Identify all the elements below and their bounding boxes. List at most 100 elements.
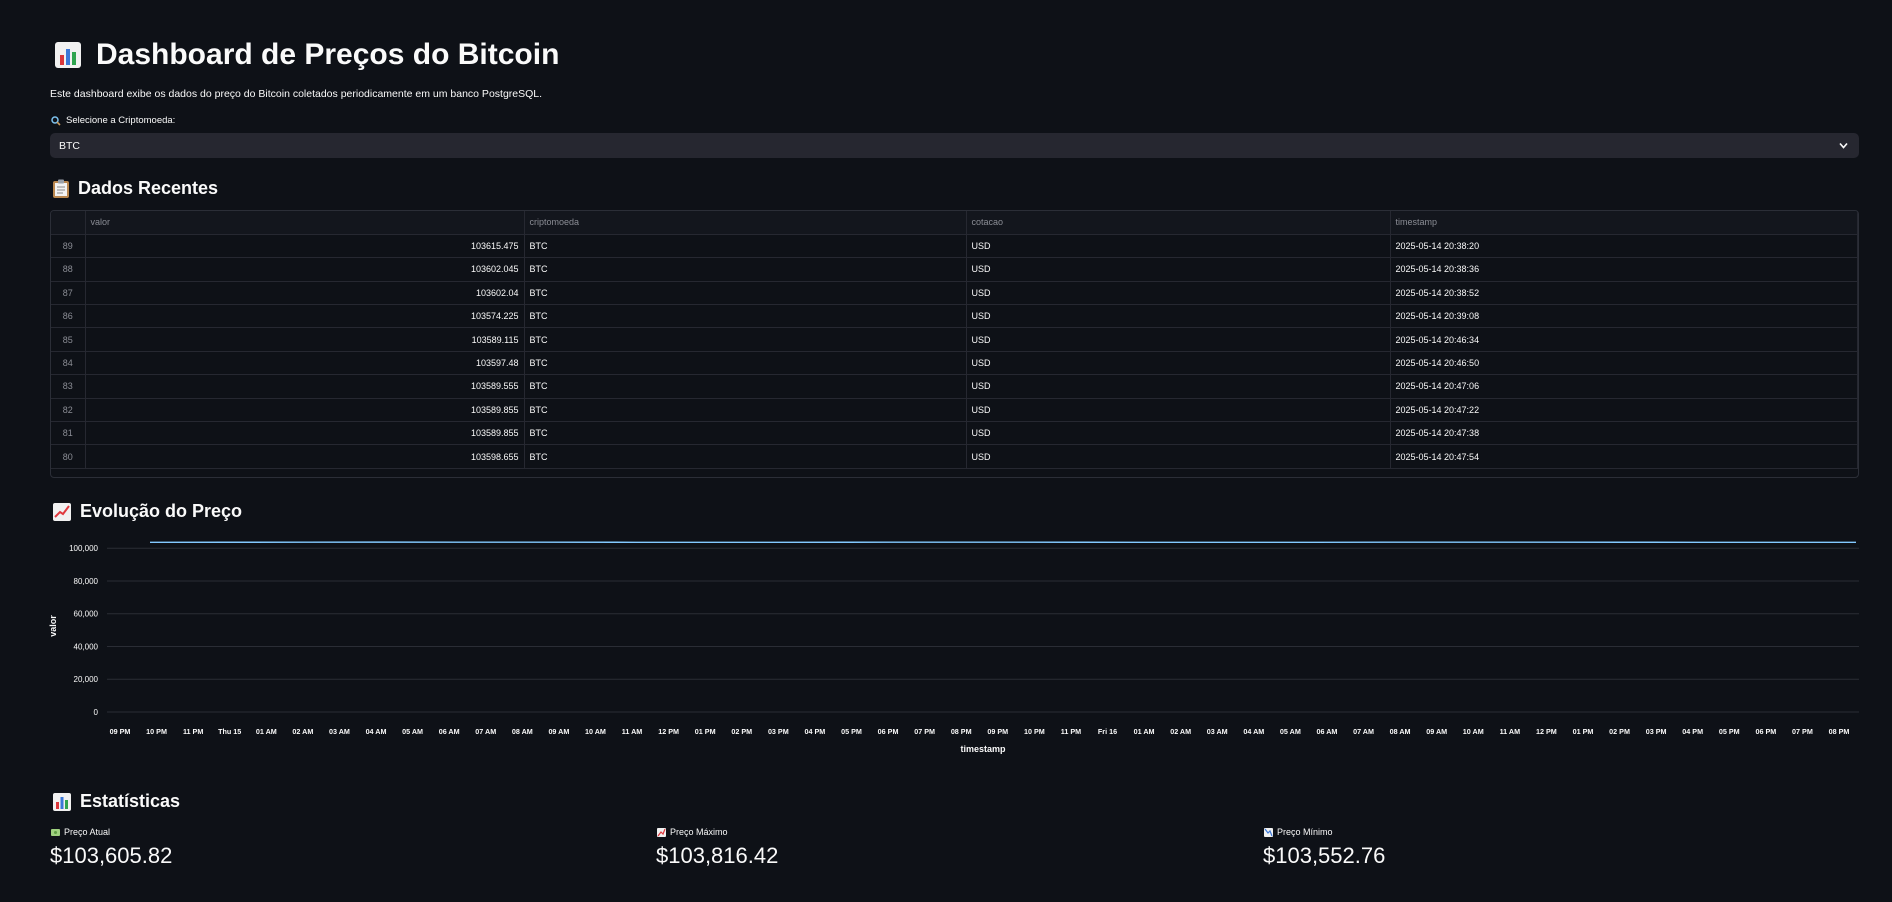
x-tick-label: 05 AM [402,727,423,736]
x-tick-label: 06 PM [1755,727,1776,736]
recent-data-table[interactable]: valor criptomoeda cotacao timestamp 89 10… [50,210,1859,478]
table-header-row: valor criptomoeda cotacao timestamp [51,211,1858,235]
valor-cell[interactable]: 103602.045 [85,257,525,282]
timestamp-cell[interactable]: 2025-05-14 20:47:38 [1390,421,1858,446]
x-tick-label: 07 PM [914,727,935,736]
table-row[interactable]: 80 103598.655 BTC USD 2025-05-14 20:47:54 [51,444,1858,469]
column-header-index[interactable] [51,211,86,235]
row-index-cell[interactable]: 85 [51,327,86,352]
statistics-heading: Estatísticas [52,791,180,812]
x-tick-label: 12 PM [658,727,679,736]
cotacao-cell[interactable]: USD [966,444,1391,469]
x-tick-label: 08 PM [951,727,972,736]
timestamp-cell[interactable]: 2025-05-14 20:38:36 [1390,257,1858,282]
x-tick-label: 10 AM [585,727,606,736]
x-tick-label: 09 AM [1426,727,1447,736]
x-tick-label: 02 PM [1609,727,1630,736]
row-index-cell[interactable]: 89 [51,234,86,259]
table-row[interactable]: 89 103615.475 BTC USD 2025-05-14 20:38:20 [51,234,1858,259]
row-index-cell[interactable]: 86 [51,304,86,329]
row-index-cell[interactable]: 80 [51,444,86,469]
timestamp-cell[interactable]: 2025-05-14 20:47:54 [1390,444,1858,469]
valor-cell[interactable]: 103589.855 [85,398,525,423]
metric-label-max: Preço Máximo [657,827,728,837]
x-tick-label: 01 PM [1573,727,1594,736]
valor-cell[interactable]: 103602.04 [85,281,525,306]
table-row[interactable]: 84 103597.48 BTC USD 2025-05-14 20:46:50 [51,351,1858,376]
cotacao-cell[interactable]: USD [966,257,1391,282]
chevron-down-icon[interactable] [1838,140,1849,151]
table-row[interactable]: 83 103589.555 BTC USD 2025-05-14 20:47:06 [51,374,1858,399]
criptomoeda-cell[interactable]: BTC [524,421,967,446]
timestamp-cell[interactable]: 2025-05-14 20:46:50 [1390,351,1858,376]
cotacao-cell[interactable]: USD [966,421,1391,446]
chart-up-icon [657,827,666,837]
table-row[interactable]: 85 103589.115 BTC USD 2025-05-14 20:46:34 [51,327,1858,352]
metric-label-current: Preço Atual [51,827,110,837]
row-index-cell[interactable]: 84 [51,351,86,376]
cotacao-cell[interactable]: USD [966,327,1391,352]
row-index-cell[interactable]: 81 [51,421,86,446]
table-row[interactable]: 86 103574.225 BTC USD 2025-05-14 20:39:08 [51,304,1858,329]
y-tick-label: 80,000 [74,577,99,586]
column-header-cotacao[interactable]: cotacao [966,211,1391,235]
x-tick-label: 08 PM [1829,727,1850,736]
metric-value-min: $103,552.76 [1263,843,1386,868]
criptomoeda-cell[interactable]: BTC [524,304,967,329]
timestamp-cell[interactable]: 2025-05-14 20:47:06 [1390,374,1858,399]
table-row[interactable]: 88 103602.045 BTC USD 2025-05-14 20:38:36 [51,257,1858,282]
criptomoeda-cell[interactable]: BTC [524,374,967,399]
criptomoeda-cell[interactable]: BTC [524,281,967,306]
price-line-chart[interactable]: 0 20,000 40,000 60,000 80,000 100,000 09 PM 10 … [42,535,1862,760]
valor-cell[interactable]: 103598.655 [85,444,525,469]
column-header-criptomoeda[interactable]: criptomoeda [524,211,967,235]
criptomoeda-cell[interactable]: BTC [524,257,967,282]
criptomoeda-cell[interactable]: BTC [524,398,967,423]
timestamp-cell[interactable]: 2025-05-14 20:38:52 [1390,281,1858,306]
column-header-valor[interactable]: valor [85,211,525,235]
timestamp-cell[interactable]: 2025-05-14 20:39:08 [1390,304,1858,329]
x-tick-label: 06 AM [439,727,460,736]
row-index-cell[interactable]: 83 [51,374,86,399]
column-header-timestamp[interactable]: timestamp [1390,211,1858,235]
row-index-cell[interactable]: 88 [51,257,86,282]
x-tick-label: 07 PM [1792,727,1813,736]
table-row[interactable]: 82 103589.855 BTC USD 2025-05-14 20:47:22 [51,398,1858,423]
cotacao-cell[interactable]: USD [966,398,1391,423]
valor-cell[interactable]: 103589.855 [85,421,525,446]
valor-cell[interactable]: 103589.115 [85,327,525,352]
valor-cell[interactable]: 103574.225 [85,304,525,329]
page-description: Este dashboard exibe os dados do preço d… [50,88,543,100]
crypto-select[interactable]: BTC [50,133,1859,158]
magnifier-icon [51,115,61,126]
cotacao-cell[interactable]: USD [966,234,1391,259]
criptomoeda-cell[interactable]: BTC [524,327,967,352]
row-index-cell[interactable]: 82 [51,398,86,423]
criptomoeda-cell[interactable]: BTC [524,351,967,376]
timestamp-cell[interactable]: 2025-05-14 20:47:22 [1390,398,1858,423]
x-axis-title: timestamp [960,744,1006,754]
row-index-cell[interactable]: 87 [51,281,86,306]
criptomoeda-cell[interactable]: BTC [524,234,967,259]
valor-cell[interactable]: 103589.555 [85,374,525,399]
x-tick-label: 11 PM [183,727,203,736]
cotacao-cell[interactable]: USD [966,374,1391,399]
x-tick-label: 05 AM [1280,727,1301,736]
timestamp-cell[interactable]: 2025-05-14 20:46:34 [1390,327,1858,352]
valor-cell[interactable]: 103597.48 [85,351,525,376]
x-tick-label: 01 PM [695,727,716,736]
banknote-icon [51,828,60,836]
table-row[interactable]: 87 103602.04 BTC USD 2025-05-14 20:38:52 [51,281,1858,306]
criptomoeda-cell[interactable]: BTC [524,444,967,469]
metric-value-max: $103,816.42 [656,843,779,868]
recent-data-heading: Dados Recentes [52,178,218,199]
price-evolution-heading: Evolução do Preço [52,501,242,522]
valor-cell[interactable]: 103615.475 [85,234,525,259]
x-tick-label: 06 PM [878,727,899,736]
cotacao-cell[interactable]: USD [966,351,1391,376]
x-tick-label: Fri 16 [1098,727,1117,736]
cotacao-cell[interactable]: USD [966,304,1391,329]
cotacao-cell[interactable]: USD [966,281,1391,306]
timestamp-cell[interactable]: 2025-05-14 20:38:20 [1390,234,1858,259]
table-row[interactable]: 81 103589.855 BTC USD 2025-05-14 20:47:38 [51,421,1858,446]
